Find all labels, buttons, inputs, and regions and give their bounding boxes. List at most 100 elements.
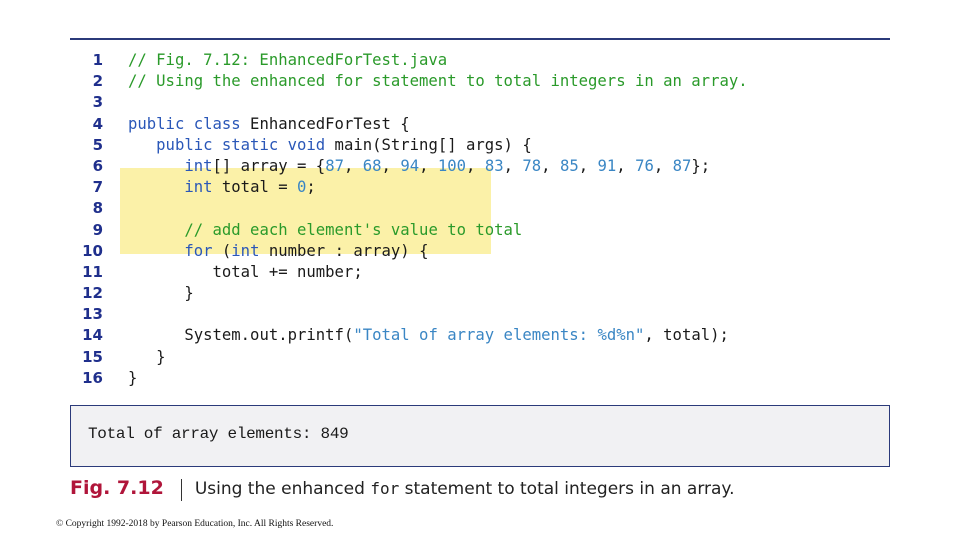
line-number: 14 [82, 326, 103, 345]
code-text: // add each element's value to total [128, 220, 522, 241]
program-output-box: Total of array elements: 849 [70, 405, 890, 467]
line-number: 7 [92, 178, 103, 197]
code-literal: 100 [437, 156, 467, 175]
code-token: ; [306, 178, 316, 197]
top-rule [70, 38, 890, 40]
caption-text-after: statement to total integers in an array. [399, 479, 735, 499]
code-text: public class EnhancedForTest { [128, 114, 410, 135]
code-line: 7 int total = 0; [70, 177, 890, 198]
code-token: main(String[] args) { [325, 135, 532, 154]
code-line: 6 int[] array = {87, 68, 94, 100, 83, 78… [70, 156, 890, 177]
code-token: } [128, 368, 138, 387]
code-literal: 0 [297, 178, 307, 197]
line-number: 5 [92, 135, 103, 154]
code-keyword: public class [128, 114, 241, 133]
code-line: 12 } [70, 283, 890, 304]
code-keyword: int [184, 156, 213, 175]
code-text: System.out.printf("Total of array elemen… [128, 325, 729, 346]
code-token: System.out.printf( [184, 326, 354, 345]
line-number: 8 [92, 199, 103, 218]
code-token: , [343, 156, 363, 175]
copyright-notice: © Copyright 1992-2018 by Pearson Educati… [56, 519, 334, 529]
code-text: } [128, 347, 166, 368]
line-number: 12 [82, 284, 103, 303]
code-text: int[] array = {87, 68, 94, 100, 83, 78, … [128, 156, 710, 177]
code-token: , [503, 156, 523, 175]
line-number: 6 [92, 156, 103, 175]
code-line: 9 // add each element's value to total [70, 220, 890, 241]
code-token: , [653, 156, 673, 175]
code-keyword: int [184, 178, 213, 197]
code-line: 8 [70, 198, 890, 219]
figure-label: Fig. 7.12 [70, 477, 164, 499]
code-literal: 85 [559, 156, 579, 175]
code-token: total = [212, 178, 298, 197]
caption-separator [180, 479, 182, 501]
code-line: 3 [70, 92, 890, 113]
code-literal: "Total of array elements: %d%n" [353, 326, 645, 345]
code-text: } [128, 368, 137, 389]
code-literal: 83 [484, 156, 504, 175]
code-token: , total); [644, 326, 729, 345]
code-text: int total = 0; [128, 177, 316, 198]
line-number: 3 [92, 93, 103, 112]
code-line: 14 System.out.printf("Total of array ele… [70, 325, 890, 346]
line-number: 10 [82, 241, 103, 260]
code-token: ( [212, 241, 232, 260]
code-token: } [184, 284, 194, 303]
code-token: , [541, 156, 560, 175]
code-text: total += number; [128, 262, 363, 283]
code-text: for (int number : array) { [128, 241, 428, 262]
code-text: } [128, 283, 194, 304]
code-keyword: public static void [156, 135, 326, 154]
code-literal: 87 [672, 156, 692, 175]
code-line: 13 [70, 304, 890, 325]
code-token: , [616, 156, 636, 175]
line-number: 9 [92, 220, 103, 239]
code-line: 2 // Using the enhanced for statement to … [70, 71, 890, 92]
code-literal: 94 [400, 156, 420, 175]
code-keyword: int [231, 241, 260, 260]
code-token: } [156, 347, 166, 366]
figure-caption: Fig. 7.12 Using the enhanced for stateme… [70, 477, 734, 503]
code-token: }; [691, 156, 711, 175]
code-line: 16} [70, 368, 890, 389]
code-text: // Fig. 7.12: EnhancedForTest.java [128, 50, 447, 71]
line-number: 16 [82, 368, 103, 387]
code-comment: // Using the enhanced for statement to t… [128, 72, 748, 91]
code-line: 4 public class EnhancedForTest { [70, 114, 890, 135]
line-number: 2 [92, 72, 103, 91]
code-comment: // Fig. 7.12: EnhancedForTest.java [128, 51, 448, 69]
caption-text-before: Using the enhanced [194, 479, 371, 499]
code-literal: 87 [325, 156, 344, 175]
code-token: number : array) { [259, 241, 429, 260]
code-line: 1 // Fig. 7.12: EnhancedForTest.java [70, 50, 890, 71]
code-line: 5 public static void main(String[] args)… [70, 135, 890, 156]
code-token: , [419, 156, 438, 175]
code-literal: 78 [522, 156, 542, 175]
code-token: total += number; [212, 262, 363, 281]
line-number: 11 [82, 262, 103, 281]
code-comment: // add each element's value to total [184, 220, 523, 239]
line-number: 15 [82, 347, 103, 366]
code-token: [] array = { [212, 156, 326, 175]
line-number: 13 [82, 305, 103, 324]
code-token: , [466, 156, 485, 175]
line-number: 4 [92, 114, 103, 133]
code-token: , [381, 156, 401, 175]
code-literal: 91 [597, 156, 617, 175]
line-number: 1 [92, 51, 103, 69]
code-text: // Using the enhanced for statement to t… [128, 71, 748, 92]
code-keyword: for [184, 241, 213, 260]
code-line: 10 for (int number : array) { [70, 241, 890, 262]
code-literal: 68 [362, 156, 382, 175]
code-token: , [578, 156, 598, 175]
code-listing: 1 // Fig. 7.12: EnhancedForTest.java 2 // U… [70, 50, 890, 389]
code-line: 11 total += number; [70, 262, 890, 283]
program-output-text: Total of array elements: 849 [88, 425, 349, 443]
caption-code-word: for [370, 479, 400, 498]
code-token: EnhancedForTest { [240, 114, 410, 133]
code-line: 15 } [70, 347, 890, 368]
code-text: public static void main(String[] args) { [128, 135, 532, 156]
code-literal: 76 [635, 156, 654, 175]
